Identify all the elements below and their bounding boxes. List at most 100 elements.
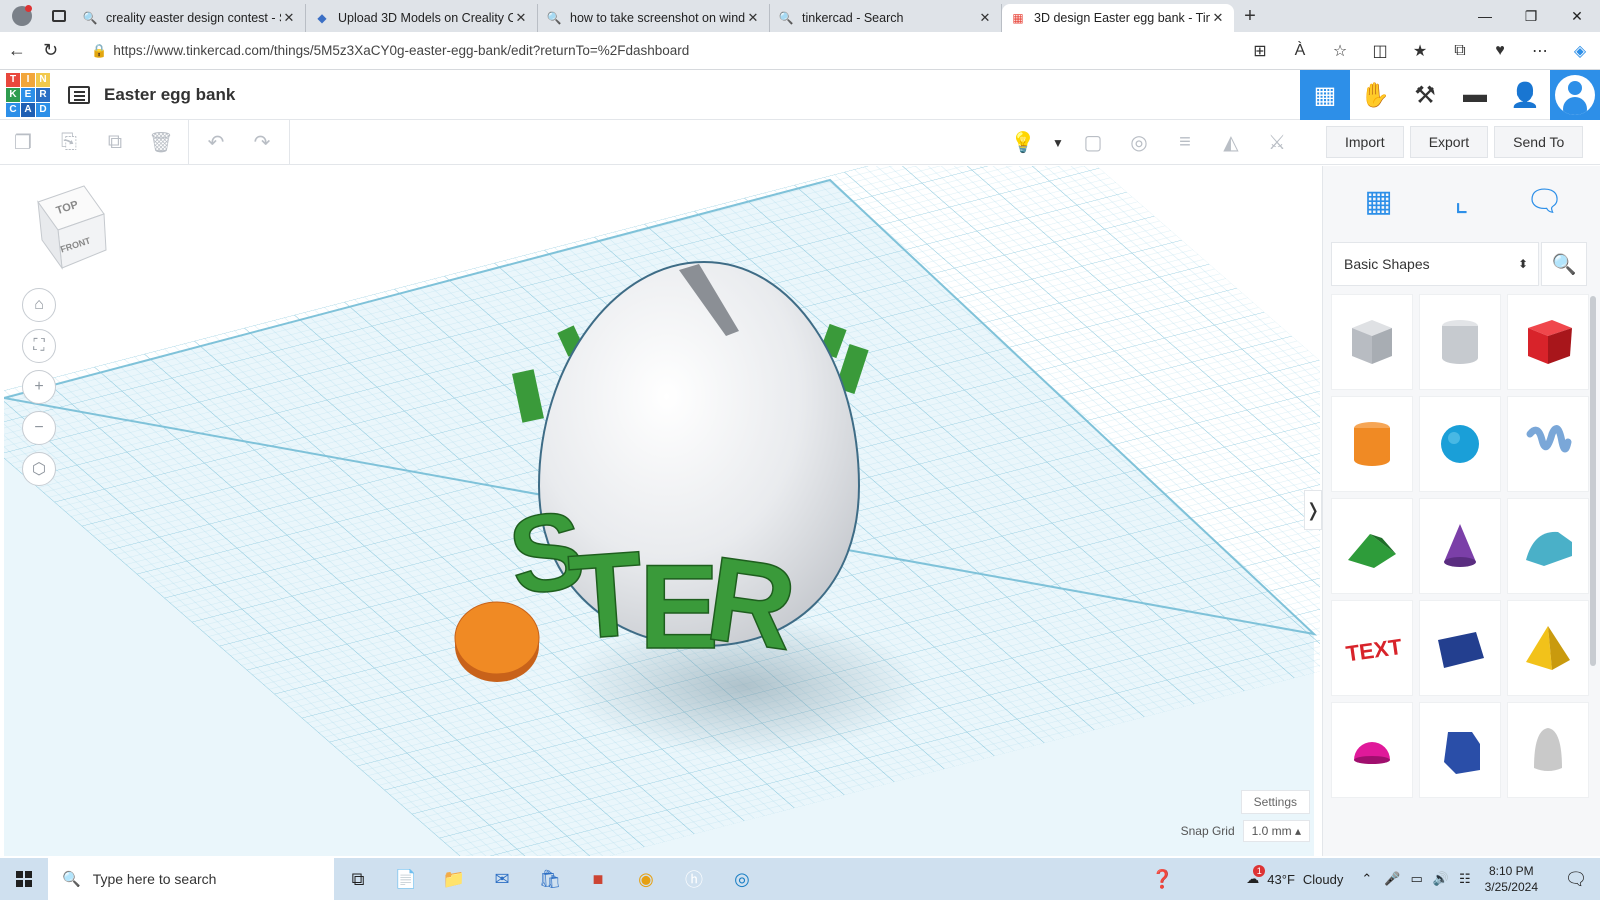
tinkercad-logo[interactable]: TIN KER CAD [6, 72, 50, 117]
browser-tab[interactable]: 🔍 tinkercad - Search ✕ [770, 4, 1002, 32]
battery-icon[interactable]: ▭ [1410, 871, 1422, 887]
refresh-icon[interactable]: ↻ [34, 33, 68, 69]
shape-scribble[interactable] [1507, 396, 1589, 492]
browser-tab[interactable]: 🔍 creality easter design contest - S ✕ [74, 4, 306, 32]
read-aloud-icon[interactable]: À [1280, 42, 1320, 60]
invite-user-icon[interactable]: 👤 [1500, 70, 1550, 120]
split-screen-icon[interactable]: ◫ [1360, 41, 1400, 61]
ruler-icon[interactable]: ⌞ [1438, 177, 1486, 225]
delete-icon[interactable]: 🗑 [138, 120, 184, 164]
shape-search-icon[interactable]: 🔍 [1541, 242, 1587, 286]
shape-pyramid[interactable] [1507, 600, 1589, 696]
design-menu-icon[interactable] [68, 85, 90, 104]
copy-icon[interactable]: ❐ [0, 120, 46, 164]
close-window-icon[interactable]: ✕ [1554, 0, 1600, 32]
shape-cone[interactable] [1419, 498, 1501, 594]
shape-text[interactable]: TEXT [1331, 600, 1413, 696]
zoom-in-icon[interactable]: + [22, 370, 56, 404]
app-available-icon[interactable]: ⊞ [1240, 41, 1280, 61]
extensions-icon[interactable]: ♥ [1480, 42, 1520, 60]
shape-sphere[interactable] [1419, 396, 1501, 492]
dropdown-icon[interactable]: ▼ [1046, 121, 1070, 165]
avatar[interactable] [1550, 70, 1600, 120]
shape-round-roof[interactable] [1507, 498, 1589, 594]
snap-grid-select[interactable]: 1.0 mm ▴ [1242, 820, 1310, 842]
volume-icon[interactable]: 🔊 [1433, 871, 1449, 887]
paste-icon[interactable]: ⎘ [46, 120, 92, 164]
settings-button[interactable]: Settings [1240, 790, 1310, 814]
perspective-icon[interactable]: ⬡ [22, 452, 56, 486]
start-icon[interactable] [0, 858, 48, 900]
shape-cylinder-striped[interactable] [1419, 294, 1501, 390]
browser-tab[interactable]: ◆ Upload 3D Models on Creality Cl ✕ [306, 4, 538, 32]
minimize-icon[interactable]: — [1462, 0, 1508, 32]
wifi-icon[interactable]: ☷ [1459, 871, 1471, 887]
import-button[interactable]: Import [1326, 126, 1404, 158]
mirror-icon[interactable]: ◭ [1208, 121, 1254, 165]
store-icon[interactable]: 🛍 [526, 858, 574, 900]
notepad-icon[interactable]: 📄 [382, 858, 430, 900]
browser-tab-active[interactable]: ▦ 3D design Easter egg bank - Tink ✕ [1002, 4, 1234, 32]
task-view-icon[interactable]: ⧉ [334, 858, 382, 900]
favorite-star-icon[interactable]: ☆ [1320, 41, 1360, 61]
profile-icon[interactable] [0, 0, 44, 32]
note-icon[interactable]: ▢ [1070, 121, 1116, 165]
shape-box-striped[interactable] [1331, 294, 1413, 390]
shape-category-select[interactable]: Basic Shapes ⬍ [1331, 242, 1539, 286]
photos-icon[interactable]: ■ [574, 858, 622, 900]
new-tab-button[interactable]: + [1234, 5, 1266, 28]
light-bulb-icon[interactable]: 💡 [1000, 121, 1046, 165]
shape-settings-icon[interactable]: ◎ [1116, 121, 1162, 165]
notes-icon[interactable]: 🗨 [1521, 177, 1569, 225]
export-button[interactable]: Export [1409, 126, 1489, 158]
align-icon[interactable]: ≡ [1162, 121, 1208, 165]
browser-tab[interactable]: 🔍 how to take screenshot on windo ✕ [538, 4, 770, 32]
copilot-icon[interactable]: ◈ [1560, 41, 1600, 61]
sim-lab-icon[interactable]: ▬ [1450, 70, 1500, 120]
shape-wedge[interactable] [1419, 600, 1501, 696]
hp-icon[interactable]: ⓗ [670, 858, 718, 900]
blocks-view-icon[interactable]: ✋ [1350, 70, 1400, 120]
close-tab-icon[interactable]: ✕ [1210, 10, 1226, 26]
close-tab-icon[interactable]: ✕ [281, 10, 297, 26]
panel-collapse-toggle[interactable]: ❭ [1304, 490, 1322, 530]
shape-box[interactable] [1507, 294, 1589, 390]
shape-polygon[interactable] [1419, 702, 1501, 798]
redo-icon[interactable]: ↷ [239, 120, 285, 164]
workplane-canvas[interactable]: S T E R [4, 166, 1320, 856]
notifications-icon[interactable]: 🗨 [1552, 858, 1600, 900]
shape-paraboloid[interactable] [1507, 702, 1589, 798]
send-to-button[interactable]: Send To [1494, 126, 1584, 158]
clock[interactable]: 8:10 PM 3/25/2024 [1485, 863, 1538, 895]
panel-scrollbar[interactable] [1590, 296, 1596, 666]
workplane-grid-icon[interactable]: ▦ [1355, 177, 1403, 225]
workplane-viewport[interactable]: S T E R TOP FRONT ⌂ ⛶ + − ⬡ Settings Sna… [4, 166, 1320, 856]
chevron-up-icon[interactable]: ⌃ [1361, 871, 1372, 887]
tab-actions-icon[interactable] [44, 0, 74, 32]
cruise-icon[interactable]: ⚔ [1254, 121, 1300, 165]
file-explorer-icon[interactable]: 📁 [430, 858, 478, 900]
zoom-out-icon[interactable]: − [22, 411, 56, 445]
shape-cylinder[interactable] [1331, 396, 1413, 492]
chrome-canary-icon[interactable]: ◉ [622, 858, 670, 900]
collections-icon[interactable]: ⧉ [1440, 42, 1480, 60]
meet-now-icon[interactable]: 🎤 [1384, 871, 1400, 887]
bricks-view-icon[interactable]: ⚒ [1400, 70, 1450, 120]
orange-coin[interactable] [454, 601, 540, 682]
shape-half-sphere[interactable] [1331, 702, 1413, 798]
duplicate-icon[interactable]: ⧉ [92, 120, 138, 164]
fit-view-icon[interactable]: ⛶ [22, 329, 56, 363]
close-tab-icon[interactable]: ✕ [977, 10, 993, 26]
more-icon[interactable]: ⋯ [1520, 41, 1560, 61]
close-tab-icon[interactable]: ✕ [745, 10, 761, 26]
home-view-icon[interactable]: ⌂ [22, 288, 56, 322]
back-icon[interactable]: ← [0, 33, 34, 69]
close-tab-icon[interactable]: ✕ [513, 10, 529, 26]
edge-icon[interactable]: ◎ [718, 858, 766, 900]
taskbar-search[interactable]: 🔍 Type here to search [48, 858, 334, 900]
undo-icon[interactable]: ↶ [193, 120, 239, 164]
url-field[interactable]: 🔒 https://www.tinkercad.com/things/5M5z3… [79, 36, 1240, 66]
mail-icon[interactable]: ✉ [478, 858, 526, 900]
favorites-icon[interactable]: ★ [1400, 41, 1440, 61]
design-title[interactable]: Easter egg bank [104, 85, 235, 105]
